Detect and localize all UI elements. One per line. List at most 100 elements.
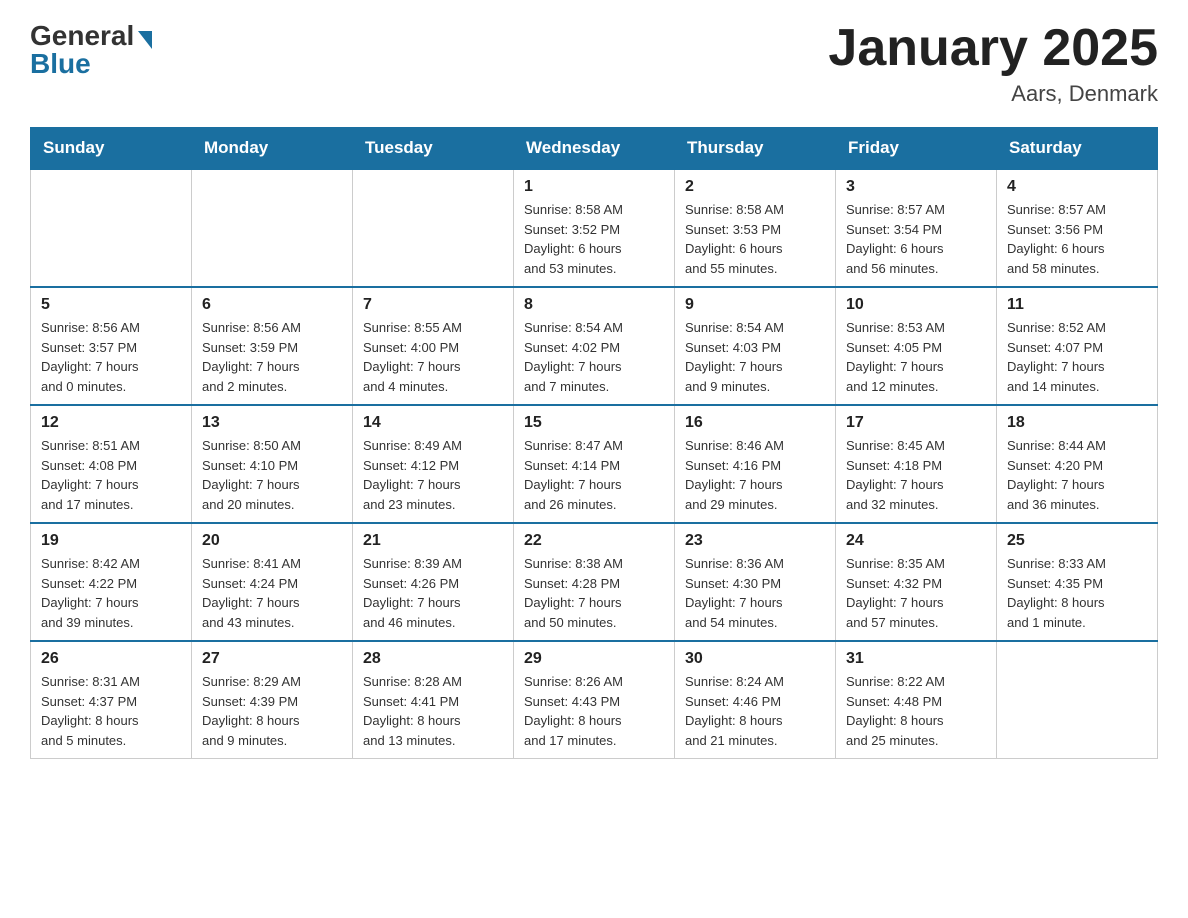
calendar-cell: 25 Sunrise: 8:33 AM Sunset: 4:35 PM Dayli… bbox=[997, 523, 1158, 641]
calendar-cell: 3Sunrise: 8:57 AM Sunset: 3:54 PM Daylig… bbox=[836, 169, 997, 287]
calendar-cell: 9 Sunrise: 8:54 AM Sunset: 4:03 PM Daylig… bbox=[675, 287, 836, 405]
day-info: Sunrise: 8:55 AM Sunset: 4:00 PM Dayligh… bbox=[363, 318, 503, 396]
day-info: Sunrise: 8:58 AM Sunset: 3:53 PM Dayligh… bbox=[685, 200, 825, 278]
day-number: 30 bbox=[685, 650, 825, 668]
day-number: 6 bbox=[202, 296, 342, 314]
calendar-cell: 8 Sunrise: 8:54 AM Sunset: 4:02 PM Daylig… bbox=[514, 287, 675, 405]
location-text: Aars, Denmark bbox=[828, 81, 1158, 107]
calendar-week-row: 19 Sunrise: 8:42 AM Sunset: 4:22 PM Dayli… bbox=[31, 523, 1158, 641]
calendar-cell: 18 Sunrise: 8:44 AM Sunset: 4:20 PM Dayli… bbox=[997, 405, 1158, 523]
day-of-week-header: Wednesday bbox=[514, 128, 675, 170]
day-number: 12 bbox=[41, 414, 181, 432]
day-number: 26 bbox=[41, 650, 181, 668]
day-info: Sunrise: 8:49 AM Sunset: 4:12 PM Dayligh… bbox=[363, 436, 503, 514]
day-number: 28 bbox=[363, 650, 503, 668]
day-info: Sunrise: 8:33 AM Sunset: 4:35 PM Dayligh… bbox=[1007, 554, 1147, 632]
day-of-week-header: Tuesday bbox=[353, 128, 514, 170]
calendar-week-row: 12 Sunrise: 8:51 AM Sunset: 4:08 PM Dayli… bbox=[31, 405, 1158, 523]
day-number: 25 bbox=[1007, 532, 1147, 550]
day-number: 8 bbox=[524, 296, 664, 314]
day-info: Sunrise: 8:54 AM Sunset: 4:03 PM Dayligh… bbox=[685, 318, 825, 396]
calendar-cell: 11 Sunrise: 8:52 AM Sunset: 4:07 PM Dayli… bbox=[997, 287, 1158, 405]
day-number: 11 bbox=[1007, 296, 1147, 314]
calendar-cell: 22 Sunrise: 8:38 AM Sunset: 4:28 PM Dayli… bbox=[514, 523, 675, 641]
days-of-week-row: SundayMondayTuesdayWednesdayThursdayFrid… bbox=[31, 128, 1158, 170]
calendar-cell: 13Sunrise: 8:50 AM Sunset: 4:10 PM Dayli… bbox=[192, 405, 353, 523]
calendar-cell: 16 Sunrise: 8:46 AM Sunset: 4:16 PM Dayli… bbox=[675, 405, 836, 523]
calendar-cell: 21 Sunrise: 8:39 AM Sunset: 4:26 PM Dayli… bbox=[353, 523, 514, 641]
day-number: 9 bbox=[685, 296, 825, 314]
day-info: Sunrise: 8:42 AM Sunset: 4:22 PM Dayligh… bbox=[41, 554, 181, 632]
calendar-cell: 24Sunrise: 8:35 AM Sunset: 4:32 PM Dayli… bbox=[836, 523, 997, 641]
day-info: Sunrise: 8:39 AM Sunset: 4:26 PM Dayligh… bbox=[363, 554, 503, 632]
calendar-cell: 7 Sunrise: 8:55 AM Sunset: 4:00 PM Daylig… bbox=[353, 287, 514, 405]
day-number: 1 bbox=[524, 178, 664, 196]
calendar-week-row: 26 Sunrise: 8:31 AM Sunset: 4:37 PM Dayli… bbox=[31, 641, 1158, 759]
day-number: 24 bbox=[846, 532, 986, 550]
calendar-cell: 23 Sunrise: 8:36 AM Sunset: 4:30 PM Dayli… bbox=[675, 523, 836, 641]
calendar-cell: 19 Sunrise: 8:42 AM Sunset: 4:22 PM Dayli… bbox=[31, 523, 192, 641]
day-number: 31 bbox=[846, 650, 986, 668]
page-header: General Blue January 2025 Aars, Denmark bbox=[30, 20, 1158, 107]
day-number: 21 bbox=[363, 532, 503, 550]
day-info: Sunrise: 8:31 AM Sunset: 4:37 PM Dayligh… bbox=[41, 672, 181, 750]
calendar-cell: 10Sunrise: 8:53 AM Sunset: 4:05 PM Dayli… bbox=[836, 287, 997, 405]
calendar-header: SundayMondayTuesdayWednesdayThursdayFrid… bbox=[31, 128, 1158, 170]
day-of-week-header: Thursday bbox=[675, 128, 836, 170]
calendar-cell: 6 Sunrise: 8:56 AM Sunset: 3:59 PM Daylig… bbox=[192, 287, 353, 405]
title-section: January 2025 Aars, Denmark bbox=[828, 20, 1158, 107]
day-number: 23 bbox=[685, 532, 825, 550]
day-info: Sunrise: 8:26 AM Sunset: 4:43 PM Dayligh… bbox=[524, 672, 664, 750]
day-info: Sunrise: 8:22 AM Sunset: 4:48 PM Dayligh… bbox=[846, 672, 986, 750]
calendar-cell bbox=[997, 641, 1158, 759]
day-info: Sunrise: 8:57 AM Sunset: 3:56 PM Dayligh… bbox=[1007, 200, 1147, 278]
day-info: Sunrise: 8:58 AM Sunset: 3:52 PM Dayligh… bbox=[524, 200, 664, 278]
calendar-cell: 2Sunrise: 8:58 AM Sunset: 3:53 PM Daylig… bbox=[675, 169, 836, 287]
day-number: 17 bbox=[846, 414, 986, 432]
calendar-cell bbox=[353, 169, 514, 287]
day-info: Sunrise: 8:38 AM Sunset: 4:28 PM Dayligh… bbox=[524, 554, 664, 632]
logo-arrow-icon bbox=[138, 31, 152, 49]
day-info: Sunrise: 8:54 AM Sunset: 4:02 PM Dayligh… bbox=[524, 318, 664, 396]
day-number: 7 bbox=[363, 296, 503, 314]
calendar-cell: 28Sunrise: 8:28 AM Sunset: 4:41 PM Dayli… bbox=[353, 641, 514, 759]
calendar-cell: 20Sunrise: 8:41 AM Sunset: 4:24 PM Dayli… bbox=[192, 523, 353, 641]
day-number: 4 bbox=[1007, 178, 1147, 196]
day-number: 29 bbox=[524, 650, 664, 668]
month-year-title: January 2025 bbox=[828, 20, 1158, 77]
calendar-cell: 31 Sunrise: 8:22 AM Sunset: 4:48 PM Dayli… bbox=[836, 641, 997, 759]
day-number: 14 bbox=[363, 414, 503, 432]
day-of-week-header: Saturday bbox=[997, 128, 1158, 170]
day-info: Sunrise: 8:44 AM Sunset: 4:20 PM Dayligh… bbox=[1007, 436, 1147, 514]
day-info: Sunrise: 8:56 AM Sunset: 3:59 PM Dayligh… bbox=[202, 318, 342, 396]
day-number: 5 bbox=[41, 296, 181, 314]
day-of-week-header: Monday bbox=[192, 128, 353, 170]
day-info: Sunrise: 8:53 AM Sunset: 4:05 PM Dayligh… bbox=[846, 318, 986, 396]
day-number: 3 bbox=[846, 178, 986, 196]
calendar-cell: 30 Sunrise: 8:24 AM Sunset: 4:46 PM Dayli… bbox=[675, 641, 836, 759]
day-info: Sunrise: 8:56 AM Sunset: 3:57 PM Dayligh… bbox=[41, 318, 181, 396]
calendar-body: 1 Sunrise: 8:58 AM Sunset: 3:52 PM Daylig… bbox=[31, 169, 1158, 759]
calendar-cell: 17 Sunrise: 8:45 AM Sunset: 4:18 PM Dayli… bbox=[836, 405, 997, 523]
day-number: 27 bbox=[202, 650, 342, 668]
day-info: Sunrise: 8:52 AM Sunset: 4:07 PM Dayligh… bbox=[1007, 318, 1147, 396]
calendar-cell: 12 Sunrise: 8:51 AM Sunset: 4:08 PM Dayli… bbox=[31, 405, 192, 523]
calendar-cell bbox=[192, 169, 353, 287]
calendar-cell: 4 Sunrise: 8:57 AM Sunset: 3:56 PM Daylig… bbox=[997, 169, 1158, 287]
day-info: Sunrise: 8:29 AM Sunset: 4:39 PM Dayligh… bbox=[202, 672, 342, 750]
day-number: 16 bbox=[685, 414, 825, 432]
day-info: Sunrise: 8:46 AM Sunset: 4:16 PM Dayligh… bbox=[685, 436, 825, 514]
day-number: 22 bbox=[524, 532, 664, 550]
calendar-week-row: 1 Sunrise: 8:58 AM Sunset: 3:52 PM Daylig… bbox=[31, 169, 1158, 287]
day-number: 19 bbox=[41, 532, 181, 550]
day-info: Sunrise: 8:51 AM Sunset: 4:08 PM Dayligh… bbox=[41, 436, 181, 514]
day-number: 20 bbox=[202, 532, 342, 550]
day-info: Sunrise: 8:36 AM Sunset: 4:30 PM Dayligh… bbox=[685, 554, 825, 632]
day-info: Sunrise: 8:24 AM Sunset: 4:46 PM Dayligh… bbox=[685, 672, 825, 750]
logo: General Blue bbox=[30, 20, 152, 80]
day-of-week-header: Friday bbox=[836, 128, 997, 170]
day-info: Sunrise: 8:45 AM Sunset: 4:18 PM Dayligh… bbox=[846, 436, 986, 514]
calendar-cell: 27 Sunrise: 8:29 AM Sunset: 4:39 PM Dayli… bbox=[192, 641, 353, 759]
calendar-week-row: 5 Sunrise: 8:56 AM Sunset: 3:57 PM Daylig… bbox=[31, 287, 1158, 405]
day-number: 18 bbox=[1007, 414, 1147, 432]
